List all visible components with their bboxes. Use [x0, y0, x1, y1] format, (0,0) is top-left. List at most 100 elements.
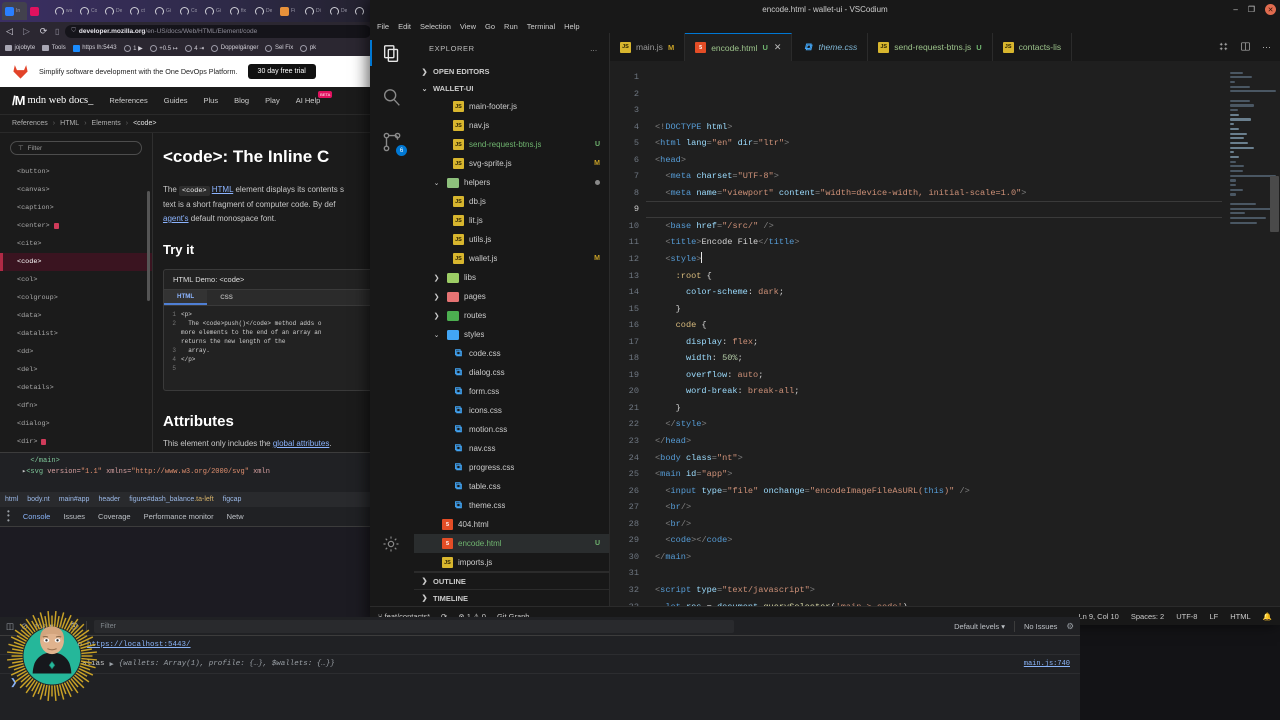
tab-coverage[interactable]: Coverage	[98, 512, 131, 521]
bookmark-item[interactable]: jojobyte	[5, 45, 35, 51]
bookmark-item[interactable]: Sel Fix	[265, 44, 293, 52]
mdn-logo[interactable]: /M mdn web docs_	[12, 93, 93, 108]
file-tree-item[interactable]: JS nav.js	[414, 116, 609, 135]
wallet-log-object[interactable]: {wallets: Array(1), profile: {…}, $walle…	[119, 660, 335, 668]
file-tree-item[interactable]: ⧉ nav.css	[414, 439, 609, 458]
file-tree-item[interactable]: ⧉ icons.css	[414, 401, 609, 420]
mdn-sidebar-item[interactable]: <div>	[0, 451, 152, 452]
browser-tab[interactable]: wa	[52, 2, 77, 20]
open-editors-section[interactable]: ❯ OPEN EDITORS	[414, 63, 609, 80]
mdn-nav-plus[interactable]: Plus	[204, 96, 219, 105]
bookmark-item[interactable]: Tools	[42, 45, 66, 51]
back-button[interactable]: ◁	[4, 26, 15, 37]
dom-crumb-header[interactable]: header	[98, 496, 120, 503]
dom-crumb-figcaption[interactable]: figcap	[223, 496, 242, 503]
file-tree-item[interactable]: 5 404.html	[414, 515, 609, 534]
html-link[interactable]: HTML	[212, 185, 233, 194]
address-bar[interactable]: ⛉ developer.mozilla.org/en-US/docs/Web/H…	[65, 24, 371, 38]
mdn-sidebar-item[interactable]: <code>	[0, 253, 152, 271]
mdn-nav-blog[interactable]: Blog	[234, 96, 249, 105]
file-tree-item[interactable]: JS svg-sprite.js M	[414, 154, 609, 173]
file-tree-item[interactable]: JS imports.js	[414, 553, 609, 571]
file-tree-item[interactable]: ❯ libs	[414, 268, 609, 287]
file-tree-item[interactable]: JS utils.js	[414, 230, 609, 249]
mdn-sidebar-item[interactable]: <col>	[0, 271, 152, 289]
encoding-setting[interactable]: UTF-8	[1176, 612, 1197, 621]
demo-tab-css[interactable]: CSS	[207, 290, 246, 305]
dom-crumb-main[interactable]: main#app	[59, 496, 90, 503]
dom-crumb-body[interactable]: body.nt	[27, 496, 49, 503]
editor-tab[interactable]: JS main.js M	[610, 33, 686, 61]
code-editor[interactable]: 1 2 3 4 5 6 7 8 9 10 11 12 13 14 15 16 17 18 19 20 21 22 23 24 2…	[610, 61, 1280, 606]
browser-tab[interactable]: ct	[127, 2, 152, 20]
gear-icon[interactable]	[381, 534, 403, 556]
indentation-setting[interactable]: Spaces: 2	[1131, 612, 1164, 621]
expand-arrow-icon[interactable]: ▶	[110, 660, 114, 669]
file-tree-item[interactable]: ❯ routes	[414, 306, 609, 325]
forward-button[interactable]: ▷	[21, 26, 32, 37]
file-tree-item[interactable]: 5 encode.html U	[414, 534, 609, 553]
menu-file[interactable]: File	[377, 22, 389, 31]
mdn-sidebar-item[interactable]: <canvas>	[0, 181, 152, 199]
bookmark-item[interactable]: pk	[300, 44, 316, 52]
browser-tab[interactable]: In	[2, 2, 27, 20]
bookmark-item[interactable]: https lh:5443	[72, 44, 117, 52]
tab-performance-monitor[interactable]: Performance monitor	[144, 512, 214, 521]
menu-go[interactable]: Go	[485, 22, 495, 31]
split-editor-icon[interactable]	[1218, 41, 1229, 54]
browser-tab[interactable]: Co	[177, 2, 202, 20]
devtools-dom-breadcrumbs[interactable]: html body.nt main#app header figure#dash…	[0, 492, 375, 507]
mdn-sidebar-item[interactable]: <details>	[0, 379, 152, 397]
mdn-sidebar-item[interactable]: <data>	[0, 307, 152, 325]
menu-selection[interactable]: Selection	[420, 22, 451, 31]
mdn-nav-guides[interactable]: Guides	[164, 96, 188, 105]
breadcrumb-html[interactable]: HTML	[60, 120, 79, 127]
mdn-nav-ai-help[interactable]: AI Help BETA	[296, 91, 333, 105]
mdn-sidebar-item[interactable]: <del>	[0, 361, 152, 379]
browser-tab[interactable]: Co	[77, 2, 102, 20]
editor-tab[interactable]: JS send-request-btns.js U	[868, 33, 993, 61]
menu-edit[interactable]: Edit	[398, 22, 411, 31]
breadcrumb-elements[interactable]: Elements	[92, 120, 121, 127]
mdn-sidebar-item[interactable]: <dialog>	[0, 415, 152, 433]
browser-tab-strip[interactable]: In wa Co De ct Gi Co Gi fix De Fi Di De	[0, 0, 375, 22]
minimize-button[interactable]: ‒	[1233, 5, 1237, 14]
file-tree-item[interactable]: ⧉ table.css	[414, 477, 609, 496]
minimap[interactable]	[1222, 61, 1280, 606]
menu-run[interactable]: Run	[504, 22, 518, 31]
editor-tab[interactable]: JS contacts-lis	[992, 33, 1073, 61]
file-tree[interactable]: JS main-footer.js JS nav.js JS send-request-b…	[414, 97, 609, 571]
issues-counter[interactable]: No Issues	[1024, 622, 1057, 631]
browser-tab[interactable]	[27, 2, 52, 20]
navigated-url-link[interactable]: https://localhost:5443/	[87, 641, 191, 649]
menu-terminal[interactable]: Terminal	[527, 22, 555, 31]
agent-link[interactable]: agent's	[163, 214, 189, 223]
log-levels-dropdown[interactable]: Default levels ▾	[954, 622, 1005, 631]
tab-console[interactable]: Console	[23, 512, 51, 521]
bookmarks-bar[interactable]: jojobyte Tools https lh:5443 1 ▶ +0.5 ↦ 4 ⇥ Do…	[0, 40, 375, 56]
mdn-sidebar-item[interactable]: <dir>	[0, 433, 152, 451]
file-tree-item[interactable]: JS wallet.js M	[414, 249, 609, 268]
editor-scrollbar[interactable]	[1269, 61, 1280, 606]
project-section[interactable]: ⌄ WALLET-UI	[414, 80, 609, 97]
layout-icon[interactable]	[1240, 41, 1251, 54]
tab-issues[interactable]: Issues	[63, 512, 85, 521]
close-tab-icon[interactable]: ✕	[774, 42, 782, 53]
mdn-sidebar-item[interactable]: <center>	[0, 217, 152, 235]
devtools-elements-panel[interactable]: </main> ▸<svg version="1.1" xmlns="http:…	[0, 452, 375, 492]
file-tree-item[interactable]: ⧉ code.css	[414, 344, 609, 363]
timeline-section[interactable]: ❯ TIMELINE	[414, 589, 609, 606]
console-filter-input[interactable]: Filter	[94, 619, 735, 633]
console-source-link[interactable]: main.js:740	[1024, 660, 1070, 668]
reload-button[interactable]: ⟳	[38, 26, 49, 37]
mdn-nav-references[interactable]: References	[109, 96, 147, 105]
console-settings-gear-icon[interactable]: ⚙	[1066, 621, 1074, 632]
mdn-sidebar-item[interactable]: <datalist>	[0, 325, 152, 343]
file-tree-item[interactable]: ⧉ theme.css	[414, 496, 609, 515]
sidebar-scrollbar[interactable]	[147, 191, 150, 301]
bookmark-item[interactable]: 1 ▶	[123, 44, 143, 52]
editor-tab[interactable]: ⧉ theme.css	[792, 33, 869, 61]
source-control-icon[interactable]: 6	[381, 131, 407, 156]
file-tree-item[interactable]: ⧉ progress.css	[414, 458, 609, 477]
mdn-sidebar-item[interactable]: <cite>	[0, 235, 152, 253]
